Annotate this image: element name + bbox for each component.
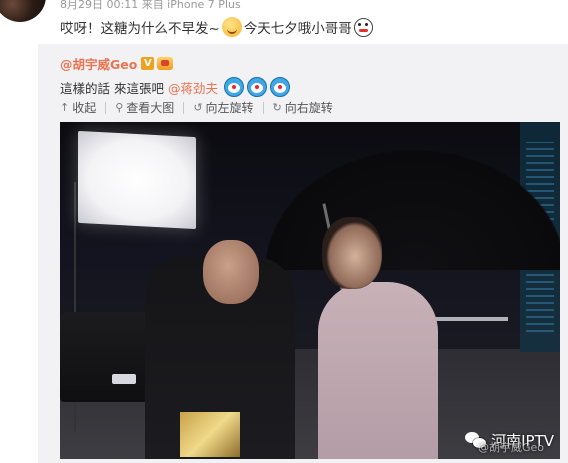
post-header: 8月29日 00:11 来自 iPhone 7 Plus 哎呀！这糖为什么不早发…: [0, 0, 568, 44]
smile-emoji-icon: [221, 17, 242, 37]
doraemon-emoji-icon: [270, 77, 290, 97]
repost-card: @胡宇威Geo V 這樣的話 來這張吧 @蒋劲夫 ↑ 收起 ⚲ 查看大图 ↺ 向…: [38, 44, 568, 463]
post-text: 哎呀！这糖为什么不早发~ 今天七夕哦小哥哥: [60, 17, 375, 37]
rotate-right-icon: ↻: [272, 101, 282, 114]
photo-head-right: [322, 217, 382, 289]
watermark: 河南IPTV @胡宇威Geo: [465, 430, 554, 454]
doraemon-emoji-icon: [224, 77, 244, 97]
avatar[interactable]: [0, 0, 46, 22]
collapse-label: 收起: [72, 101, 97, 115]
collapse-button[interactable]: ↑ 收起: [60, 99, 96, 116]
photo-gold-shirt: [180, 412, 240, 457]
image-actions: ↑ 收起 ⚲ 查看大图 ↺ 向左旋转 ↻ 向右旋转: [60, 99, 333, 116]
doraemon-emoji-icon: [247, 77, 267, 97]
photo-person-right: [318, 282, 438, 459]
view-large-label: 查看大图: [126, 101, 175, 115]
rotate-left-label: 向左旋转: [205, 101, 254, 115]
arrow-up-icon: ↑: [60, 101, 70, 114]
face-emoji-icon: [353, 17, 373, 37]
rotate-right-label: 向右旋转: [284, 101, 333, 115]
softbox-light: [78, 130, 196, 230]
rotate-left-icon: ↺: [193, 101, 203, 114]
mention-link[interactable]: @蒋劲夫: [168, 78, 218, 97]
repost-text: 這樣的話 來這張吧 @蒋劲夫: [60, 77, 290, 97]
member-crown-icon: [157, 57, 174, 70]
photo-head-left: [203, 240, 259, 304]
repost-author-link[interactable]: @胡宇威Geo: [60, 54, 137, 73]
divider: [105, 101, 107, 114]
post-meta: 8月29日 00:11 来自 iPhone 7 Plus: [60, 0, 241, 11]
verified-badge-icon: V: [141, 57, 155, 70]
rotate-right-button[interactable]: ↻ 向右旋转: [273, 99, 333, 116]
divider: [262, 101, 264, 114]
divider: [183, 101, 185, 114]
post-text-part2: 今天七夕哦小哥哥: [243, 21, 352, 37]
view-large-button[interactable]: ⚲ 查看大图: [115, 99, 174, 116]
post-photo[interactable]: 河南IPTV @胡宇威Geo: [60, 122, 560, 459]
rotate-left-button[interactable]: ↺ 向左旋转: [193, 99, 253, 116]
watermark-sub: @胡宇威Geo: [477, 441, 544, 454]
repost-author-row: @胡宇威Geo V: [60, 54, 174, 73]
post-text-part1: 哎呀！这糖为什么不早发~: [60, 21, 220, 37]
magnifier-icon: ⚲: [115, 101, 124, 114]
photo-umbrella: [265, 150, 560, 270]
repost-text-body: 這樣的話 來這張吧: [60, 80, 164, 96]
